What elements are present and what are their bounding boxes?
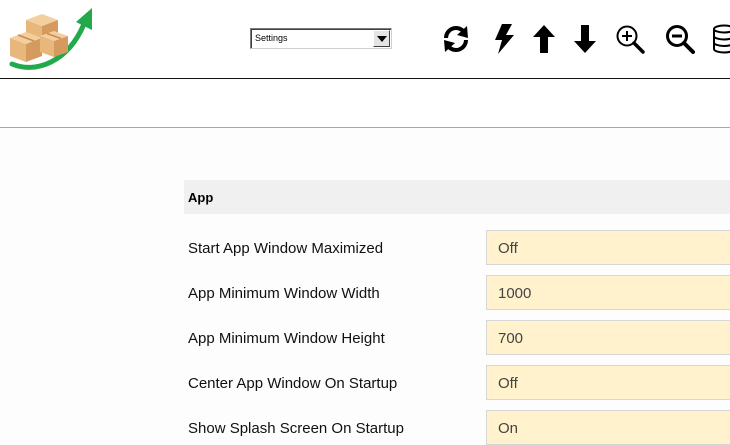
refresh-button[interactable]: [439, 20, 473, 58]
database-icon: [711, 24, 730, 54]
zoom-out-button[interactable]: [663, 20, 697, 58]
zoom-out-icon: [665, 24, 695, 54]
setting-row-splash-screen: Show Splash Screen On Startup On: [184, 410, 730, 445]
view-select-value: Settings: [255, 33, 288, 43]
move-down-button[interactable]: [568, 20, 602, 58]
app-logo: [6, 6, 96, 72]
setting-label: Center App Window On Startup: [188, 375, 398, 392]
move-up-button[interactable]: [527, 20, 561, 58]
setting-value-field[interactable]: 1000: [486, 275, 730, 310]
refresh-icon: [441, 24, 471, 54]
chevron-down-icon[interactable]: [373, 30, 390, 47]
toolbar: Settings: [0, 0, 730, 79]
zoom-in-button[interactable]: [613, 20, 647, 58]
setting-value-field[interactable]: 700: [486, 320, 730, 355]
setting-value-field[interactable]: Off: [486, 365, 730, 400]
setting-row-start-maximized: Start App Window Maximized Off: [184, 230, 730, 265]
database-button[interactable]: [707, 20, 730, 58]
setting-label: Show Splash Screen On Startup: [188, 420, 404, 437]
view-select[interactable]: Settings: [250, 28, 392, 49]
setting-value-field[interactable]: On: [486, 410, 730, 445]
setting-row-min-width: App Minimum Window Width 1000: [184, 275, 730, 310]
setting-label: App Minimum Window Height: [188, 330, 385, 347]
section-title: App: [188, 190, 214, 205]
arrow-down-icon: [573, 24, 597, 54]
setting-label: App Minimum Window Width: [188, 285, 380, 302]
setting-label: Start App Window Maximized: [188, 240, 384, 257]
arrow-up-icon: [532, 24, 556, 54]
zoom-in-icon: [615, 24, 645, 54]
app-page: Settings App Start App Window Maximized …: [0, 0, 730, 445]
setting-value-field[interactable]: Off: [486, 230, 730, 265]
setting-row-center-window: Center App Window On Startup Off: [184, 365, 730, 400]
bolt-icon: [492, 23, 516, 55]
run-button[interactable]: [487, 20, 521, 58]
section-header: App: [184, 180, 730, 214]
secondary-bar: [0, 79, 730, 128]
setting-row-min-height: App Minimum Window Height 700: [184, 320, 730, 355]
